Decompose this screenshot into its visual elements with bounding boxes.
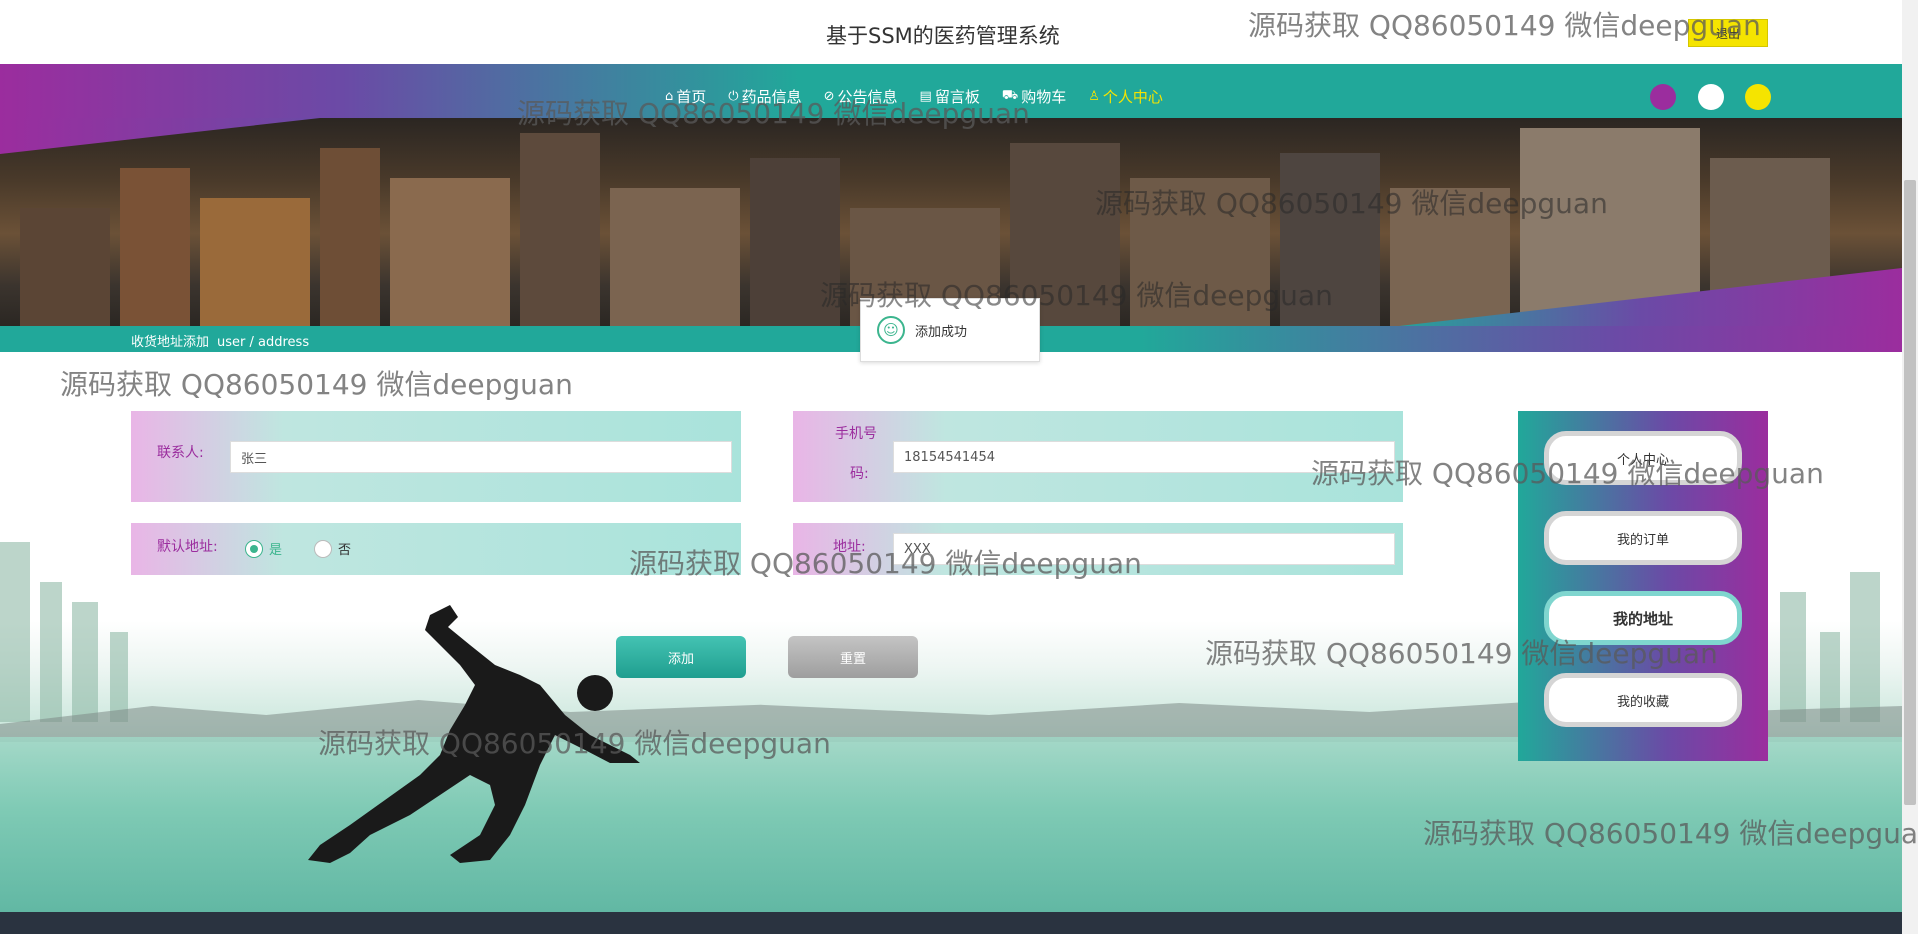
phone-label-line2: 码: (850, 466, 869, 482)
theme-purple-swatch[interactable] (1650, 84, 1676, 110)
nav-item-label: 个人中心 (1102, 88, 1163, 106)
watermark-text: 源码获取 QQ86050149 微信deepguan (820, 279, 1333, 312)
watermark-text: 源码获取 QQ86050149 微信deepguan (318, 727, 831, 760)
phone-label-line1: 手机号 (835, 426, 877, 442)
watermark-text: 源码获取 QQ86050149 微信deepguan (1248, 9, 1761, 42)
watermark-text: 源码获取 QQ86050149 微信deepguan (60, 368, 573, 401)
breadcrumb: 收货地址添加 user / address (131, 331, 309, 350)
user-icon: ♙ (1088, 89, 1100, 104)
radio-unchecked-icon (314, 539, 332, 558)
footer-bar (0, 912, 1902, 934)
default-yes-radio[interactable]: 是 (245, 539, 282, 558)
reset-button[interactable]: 重置 (788, 636, 918, 678)
site-title: 基于SSM的医药管理系统 (826, 24, 1060, 48)
watermark-text: 源码获取 QQ86050149 微信deepguan (1423, 817, 1918, 850)
radio-checked-icon (245, 539, 263, 558)
scrollbar-thumb[interactable] (1904, 180, 1916, 805)
add-button[interactable]: 添加 (616, 636, 746, 678)
watermark-text: 源码获取 QQ86050149 微信deepguan (1205, 637, 1718, 670)
nav-item-profile[interactable]: ♙ 个人中心 (1088, 86, 1163, 107)
theme-white-swatch[interactable] (1698, 84, 1724, 110)
toast-message: 添加成功 (915, 324, 968, 340)
theme-yellow-swatch[interactable] (1745, 84, 1771, 110)
default-address-label: 默认地址: (157, 539, 218, 555)
side-menu-orders[interactable]: 我的订单 (1544, 511, 1742, 565)
watermark-text: 源码获取 QQ86050149 微信deepguan (629, 547, 1142, 580)
breadcrumb-path: user / address (217, 335, 310, 350)
side-menu-favorites[interactable]: 我的收藏 (1544, 673, 1742, 727)
watermark-text: 源码获取 QQ86050149 微信deepguan (1095, 187, 1608, 220)
watermark-text: 源码获取 QQ86050149 微信deepguan (1311, 457, 1824, 490)
radio-label: 否 (338, 543, 352, 558)
contact-input[interactable]: 张三 (230, 441, 732, 473)
default-no-radio[interactable]: 否 (314, 539, 351, 558)
contact-field-group: 联系人: 张三 (131, 411, 741, 502)
radio-label: 是 (269, 543, 283, 558)
watermark-text: 源码获取 QQ86050149 微信deepguan (517, 97, 1030, 130)
contact-label: 联系人: (157, 445, 204, 461)
breadcrumb-title: 收货地址添加 (131, 335, 210, 350)
banner-decor (0, 118, 320, 154)
smile-icon: ☺ (877, 316, 905, 344)
